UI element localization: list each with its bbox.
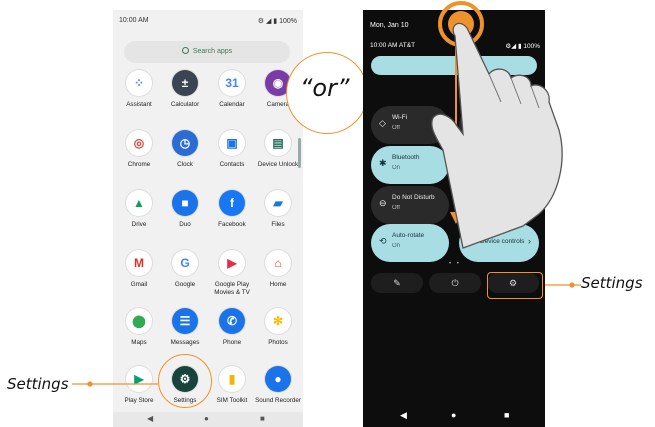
- swipe-down-gesture: [431, 1, 563, 249]
- home-button[interactable]: ●: [451, 410, 456, 420]
- edit-button[interactable]: ✎: [371, 273, 423, 293]
- left-callout-dot: [87, 381, 93, 387]
- pencil-icon: ✎: [393, 278, 401, 288]
- settings-callout-right: Settings: [581, 274, 643, 292]
- or-separator-text: “or”: [300, 74, 350, 102]
- navigation-bar: ◀ ● ■: [363, 406, 545, 427]
- right-callout-dot: [569, 282, 575, 288]
- power-button[interactable]: ⏻: [429, 273, 481, 293]
- settings-button-highlight: [487, 272, 543, 299]
- settings-callout-left: Settings: [7, 375, 69, 393]
- recents-button[interactable]: ■: [504, 410, 509, 420]
- back-button[interactable]: ◀: [400, 410, 407, 421]
- page-indicator: • •: [449, 261, 461, 267]
- power-icon: ⏻: [451, 278, 459, 288]
